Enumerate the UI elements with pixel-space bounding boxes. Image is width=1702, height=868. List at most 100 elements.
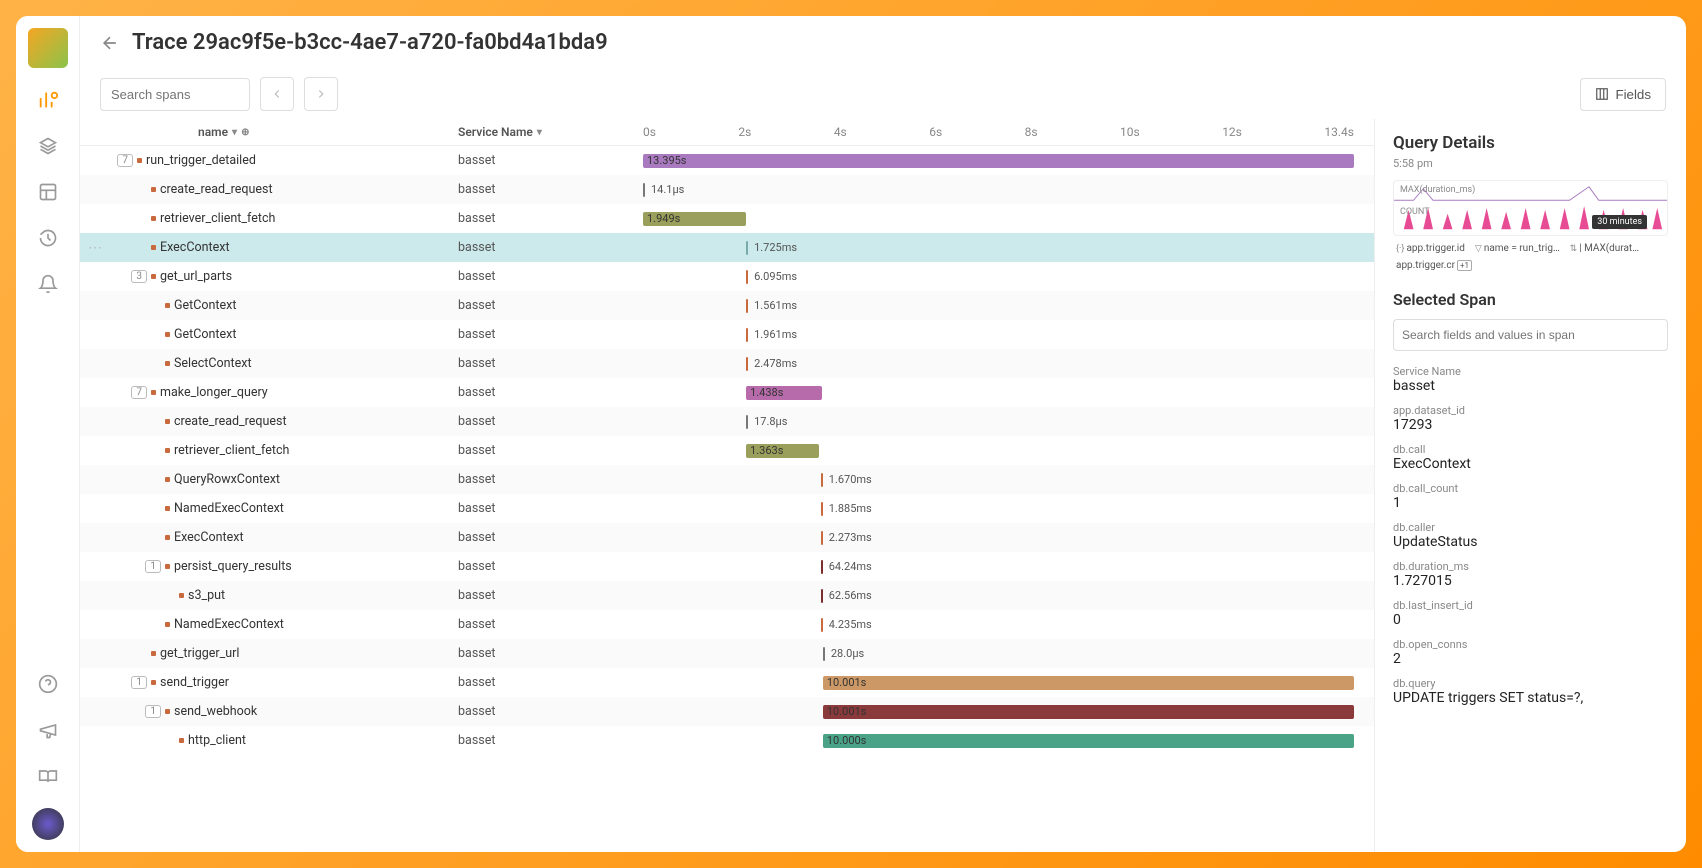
span-row[interactable]: ⋯retriever_client_fetchbasset1.363s <box>80 436 1374 465</box>
span-marker-icon <box>165 535 170 540</box>
field-row[interactable]: db.last_insert_id0 <box>1393 599 1668 628</box>
span-name: retriever_client_fetch <box>174 443 458 458</box>
chip-label: name = run_trig… <box>1484 243 1560 254</box>
nav-announce-icon[interactable] <box>34 716 62 744</box>
nav-docs-icon[interactable] <box>34 762 62 790</box>
child-count-badge[interactable]: 3 <box>131 270 147 283</box>
child-count-badge[interactable]: 1 <box>145 560 161 573</box>
span-duration-label: 1.363s <box>750 444 783 457</box>
span-name: get_trigger_url <box>160 646 458 661</box>
span-row[interactable]: ⋯GetContextbasset1.961ms <box>80 320 1374 349</box>
field-row[interactable]: db.callerUpdateStatus <box>1393 521 1668 550</box>
span-bar-track: 13.395s <box>643 154 1354 168</box>
field-value: UPDATE triggers SET status=?, <box>1393 690 1668 706</box>
span-row[interactable]: ⋯retriever_client_fetchbasset1.949s <box>80 204 1374 233</box>
search-spans-input[interactable] <box>100 78 250 111</box>
span-row[interactable]: ⋯SelectContextbasset2.478ms <box>80 349 1374 378</box>
query-chip[interactable]: ▽name = run_trig… <box>1472 242 1563 255</box>
span-service: basset <box>458 704 643 719</box>
field-row[interactable]: db.callExecContext <box>1393 443 1668 472</box>
span-duration-label: 1.561ms <box>754 299 797 312</box>
span-duration-label: 10.000s <box>827 734 867 747</box>
span-name: persist_query_results <box>174 559 458 574</box>
span-row[interactable]: ⋯QueryRowxContextbasset1.670ms <box>80 465 1374 494</box>
next-span-button[interactable] <box>304 77 338 111</box>
span-marker-icon <box>165 622 170 627</box>
span-duration-label: 13.395s <box>647 154 687 167</box>
field-row[interactable]: db.call_count1 <box>1393 482 1668 511</box>
child-count-badge[interactable]: 7 <box>131 386 147 399</box>
span-service: basset <box>458 472 643 487</box>
span-marker-icon <box>165 419 170 424</box>
span-tick <box>746 241 748 255</box>
span-service: basset <box>458 327 643 342</box>
span-row[interactable]: ⋯7run_trigger_detailedbasset13.395s <box>80 146 1374 175</box>
nav-alerts-icon[interactable] <box>34 270 62 298</box>
span-name: send_webhook <box>174 704 458 719</box>
span-row[interactable]: ⋯3get_url_partsbasset6.095ms <box>80 262 1374 291</box>
span-marker-icon <box>151 216 156 221</box>
query-chip[interactable]: {·}app.trigger.id <box>1393 242 1468 255</box>
span-tick <box>821 560 823 574</box>
nav-query-icon[interactable] <box>34 86 62 114</box>
span-marker-icon <box>165 709 170 714</box>
avatar[interactable] <box>32 808 64 840</box>
span-row[interactable]: ⋯NamedExecContextbasset1.885ms <box>80 494 1374 523</box>
field-row[interactable]: db.open_conns2 <box>1393 638 1668 667</box>
fields-button[interactable]: Fields <box>1580 78 1666 111</box>
child-count-badge[interactable]: 7 <box>117 154 133 167</box>
field-row[interactable]: Service Namebasset <box>1393 365 1668 394</box>
prev-span-button[interactable] <box>260 77 294 111</box>
query-chip[interactable]: app.trigger.cr+1 <box>1393 259 1475 272</box>
span-row[interactable]: ⋯create_read_requestbasset14.1µs <box>80 175 1374 204</box>
field-row[interactable]: db.duration_ms1.727015 <box>1393 560 1668 589</box>
span-tick <box>746 299 748 313</box>
mini-chart[interactable]: MAX(duration_ms) COUNT 30 minutes <box>1393 180 1668 236</box>
span-name: GetContext <box>174 327 458 342</box>
field-value: ExecContext <box>1393 456 1668 472</box>
span-bar-track: 2.478ms <box>643 357 1354 371</box>
child-count-badge[interactable]: 1 <box>145 705 161 718</box>
nav-boards-icon[interactable] <box>34 178 62 206</box>
span-row[interactable]: ⋯s3_putbasset62.56ms <box>80 581 1374 610</box>
sort-icon: ⊕ <box>241 127 249 138</box>
span-service: basset <box>458 559 643 574</box>
span-marker-icon <box>151 390 156 395</box>
span-row[interactable]: ⋯http_clientbasset10.000s <box>80 726 1374 755</box>
span-bar: 10.000s <box>823 734 1354 748</box>
span-tick <box>821 531 823 545</box>
back-button[interactable] <box>100 33 120 53</box>
row-menu-icon[interactable]: ⋯ <box>80 240 110 256</box>
span-service: basset <box>458 646 643 661</box>
nav-history-icon[interactable] <box>34 224 62 252</box>
column-service-header[interactable]: Service Name▾ <box>458 125 643 139</box>
query-chips: {·}app.trigger.id ▽name = run_trig… ⇅| MAX… <box>1393 242 1668 272</box>
field-row[interactable]: db.queryUPDATE triggers SET status=?, <box>1393 677 1668 706</box>
span-name: GetContext <box>174 298 458 313</box>
child-count-badge[interactable]: 1 <box>131 676 147 689</box>
field-row[interactable]: app.dataset_id17293 <box>1393 404 1668 433</box>
span-row[interactable]: ⋯1send_triggerbasset10.001s <box>80 668 1374 697</box>
span-service: basset <box>458 588 643 603</box>
span-row[interactable]: ⋯1persist_query_resultsbasset64.24ms <box>80 552 1374 581</box>
span-row[interactable]: ⋯create_read_requestbasset17.8µs <box>80 407 1374 436</box>
span-bar: 1.363s <box>746 444 819 458</box>
span-row[interactable]: ⋯get_trigger_urlbasset28.0µs <box>80 639 1374 668</box>
span-service: basset <box>458 617 643 632</box>
span-row[interactable]: ⋯NamedExecContextbasset4.235ms <box>80 610 1374 639</box>
span-tick <box>821 589 823 603</box>
span-row[interactable]: ⋯ExecContextbasset1.725ms <box>80 233 1374 262</box>
column-name-header[interactable]: name▾⊕ <box>198 125 458 139</box>
span-duration-label: 1.438s <box>750 386 783 399</box>
span-row[interactable]: ⋯GetContextbasset1.561ms <box>80 291 1374 320</box>
nav-help-icon[interactable] <box>34 670 62 698</box>
nav-datasets-icon[interactable] <box>34 132 62 160</box>
search-fields-input[interactable] <box>1393 319 1668 351</box>
query-chip[interactable]: ⇅| MAX(durat… <box>1567 242 1642 255</box>
span-name: run_trigger_detailed <box>146 153 458 168</box>
trace-panel: name▾⊕ Service Name▾ 0s2s4s6s8s10s12s13.… <box>80 119 1374 852</box>
span-duration-label: 6.095ms <box>754 270 797 283</box>
span-row[interactable]: ⋯7make_longer_querybasset1.438s <box>80 378 1374 407</box>
span-row[interactable]: ⋯ExecContextbasset2.273ms <box>80 523 1374 552</box>
span-row[interactable]: ⋯1send_webhookbasset10.001s <box>80 697 1374 726</box>
